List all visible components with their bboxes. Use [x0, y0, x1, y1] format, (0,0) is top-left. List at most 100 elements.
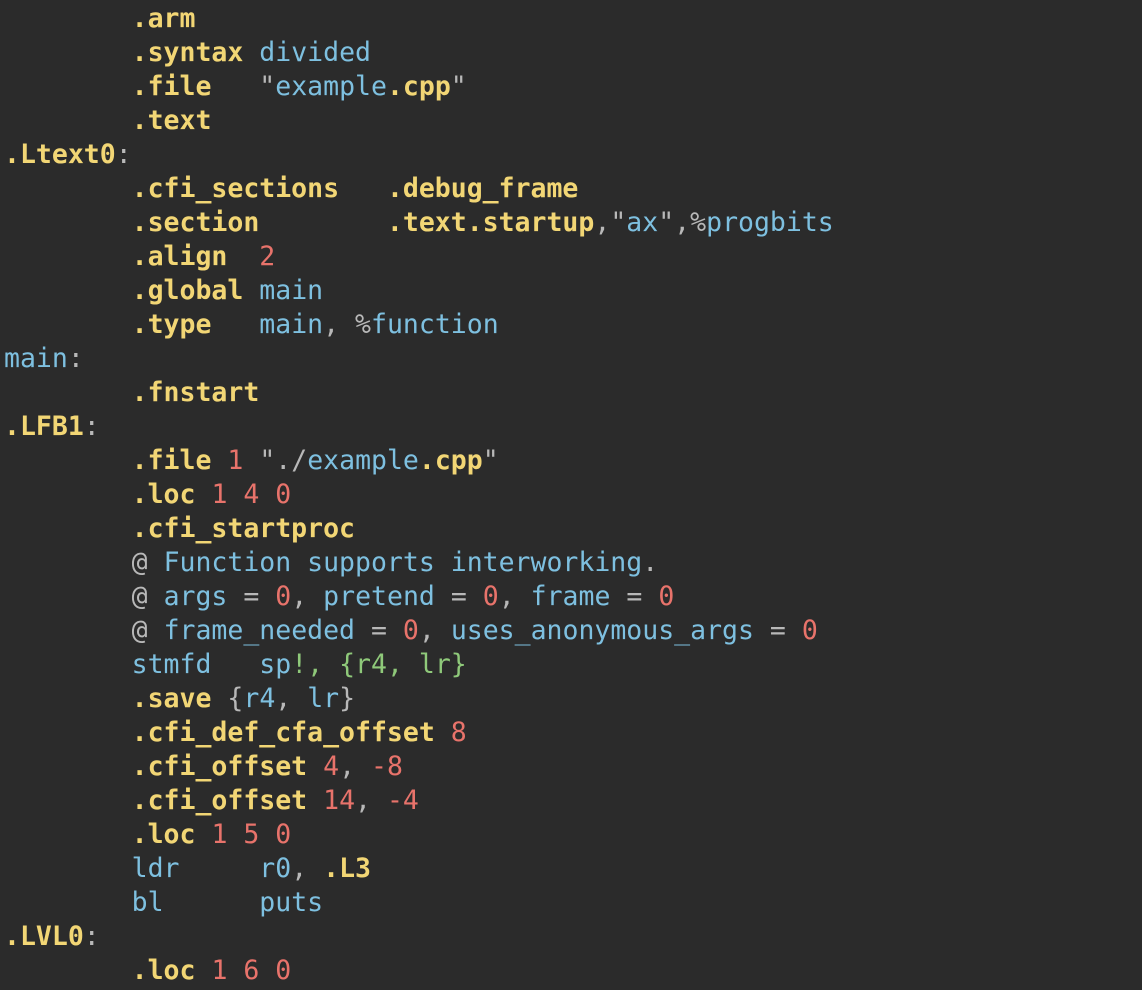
code-line[interactable]: main: — [0, 342, 1142, 376]
code-line[interactable]: .cfi_sections .debug_frame — [0, 172, 1142, 206]
code-line[interactable]: .align 2 — [0, 240, 1142, 274]
number-token: 0 — [482, 581, 499, 612]
punctuation-token: = — [243, 581, 260, 612]
code-line[interactable]: .Ltext0: — [0, 138, 1142, 172]
number-token: 2 — [259, 241, 276, 272]
number-token: 0 — [402, 615, 419, 646]
punctuation-token: = — [626, 581, 643, 612]
punctuation-token: @ — [131, 581, 148, 612]
code-line[interactable]: bl puts — [0, 886, 1142, 920]
directive-token: .loc — [131, 955, 196, 986]
punctuation-token: : — [115, 139, 132, 170]
code-line[interactable]: @ args = 0, pretend = 0, frame = 0 — [0, 580, 1142, 614]
number-token: 8 — [450, 717, 467, 748]
directive-token: .cfi_def_cfa_offset — [131, 717, 435, 748]
punctuation-token: , — [498, 581, 531, 612]
code-line[interactable]: .section .text.startup,"ax",%progbits — [0, 206, 1142, 240]
punctuation-token: . — [642, 547, 659, 578]
punctuation-token: , — [339, 751, 371, 782]
punctuation-token: , — [674, 207, 691, 238]
number-token: 0 — [658, 581, 675, 612]
code-line[interactable]: @ Function supports interworking. — [0, 546, 1142, 580]
identifier-token: divided — [259, 37, 371, 68]
punctuation-token: @ — [131, 547, 148, 578]
number-token: 4 — [323, 751, 340, 782]
code-line[interactable]: stmfd sp!, {r4, lr} — [0, 648, 1142, 682]
code-line[interactable]: .loc 1 6 0 — [0, 954, 1142, 988]
code-line[interactable]: .cfi_offset 14, -4 — [0, 784, 1142, 818]
code-editor[interactable]: .arm .syntax divided .file "example.cpp"… — [0, 0, 1142, 990]
code-line[interactable]: .cfi_startproc — [0, 512, 1142, 546]
punctuation-token: , — [355, 785, 387, 816]
code-line[interactable]: .arm — [0, 2, 1142, 36]
code-line[interactable]: .global main — [0, 274, 1142, 308]
directive-token: .file — [131, 71, 212, 102]
punctuation-token: = — [769, 615, 786, 646]
punctuation-token: " — [259, 71, 276, 102]
code-line[interactable]: .text — [0, 104, 1142, 138]
code-line[interactable]: .save {r4, lr} — [0, 682, 1142, 716]
code-line[interactable]: .file "example.cpp" — [0, 70, 1142, 104]
code-line[interactable]: @ frame_needed = 0, uses_anonymous_args … — [0, 614, 1142, 648]
identifier-token: lr — [307, 683, 340, 714]
number-token: 0 — [801, 615, 818, 646]
directive-token: .fnstart — [131, 377, 260, 408]
directive-token: .debug_frame — [386, 173, 579, 204]
number-token: 1 — [227, 445, 244, 476]
identifier-token: main — [259, 309, 324, 340]
punctuation-token: , — [418, 615, 451, 646]
code-line[interactable]: .loc 1 5 0 — [0, 818, 1142, 852]
number-token: 0 — [275, 581, 292, 612]
code-line[interactable]: .type main, %function — [0, 308, 1142, 342]
code-line[interactable]: .fnstart — [0, 376, 1142, 410]
identifier-token: frame — [530, 581, 627, 612]
directive-token: .syntax — [131, 37, 244, 68]
directive-token: .cfi_offset — [131, 785, 308, 816]
label-token: .LVL0 — [4, 921, 84, 952]
identifier-token: progbits — [706, 207, 834, 238]
identifier-token: function — [371, 309, 499, 340]
code-line[interactable]: .loc 1 4 0 — [0, 478, 1142, 512]
code-line[interactable]: ldr r0, .L3 — [0, 852, 1142, 886]
label-token: .LFB1 — [4, 411, 84, 442]
directive-token: .file — [131, 445, 212, 476]
punctuation-token: " — [482, 445, 499, 476]
register-list-token: {r4, lr} — [339, 649, 467, 680]
code-line[interactable]: .cfi_def_cfa_offset 8 — [0, 716, 1142, 750]
code-line[interactable]: .LVL0: — [0, 920, 1142, 954]
number-token: 1 6 0 — [211, 955, 292, 986]
directive-token: .section — [131, 207, 260, 238]
label-token: .Ltext0 — [4, 139, 116, 170]
directive-token: .text — [131, 105, 212, 136]
code-line[interactable]: .LFB1: — [0, 410, 1142, 444]
directive-token: .loc — [131, 819, 196, 850]
punctuation-token: = — [370, 615, 387, 646]
code-line[interactable]: .file 1 "./example.cpp" — [0, 444, 1142, 478]
directive-token: .loc — [131, 479, 196, 510]
number-token: 1 4 0 — [211, 479, 292, 510]
identifier-token: puts — [259, 887, 324, 918]
identifier-token: args — [147, 581, 244, 612]
code-line[interactable]: .syntax divided — [0, 36, 1142, 70]
directive-token: .arm — [131, 3, 196, 34]
code-line[interactable]: .cfi_offset 4, -8 — [0, 750, 1142, 784]
